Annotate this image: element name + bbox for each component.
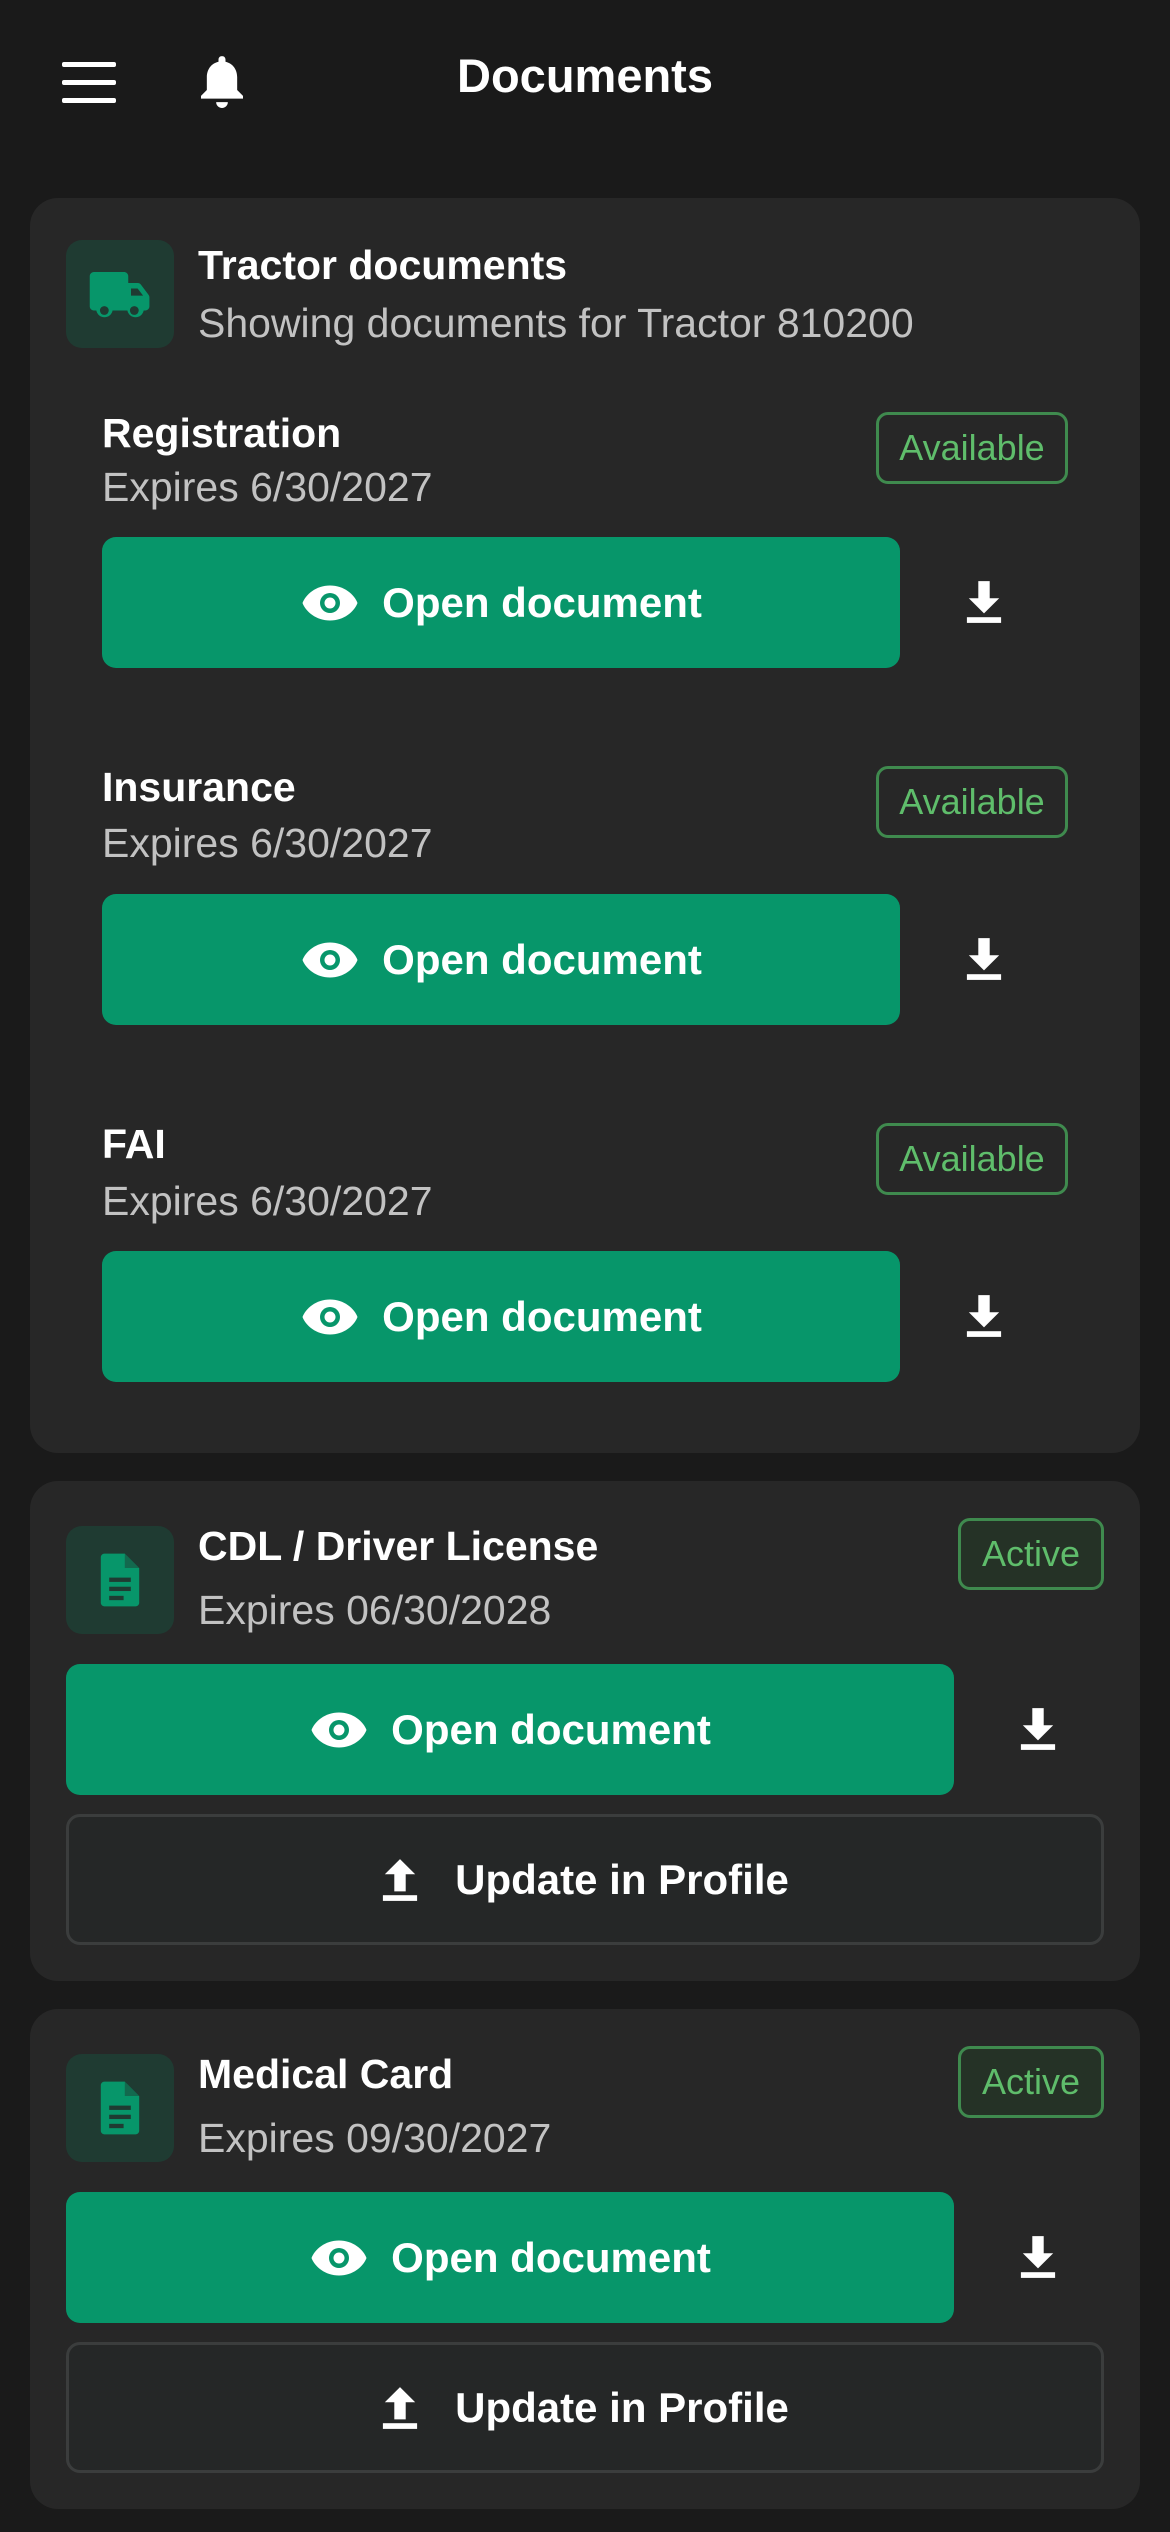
- open-document-label: Open document: [382, 578, 702, 626]
- update-in-profile-button[interactable]: Update in Profile: [66, 2342, 1104, 2473]
- document-expiry: Expires 6/30/2027: [102, 820, 433, 866]
- update-in-profile-label: Update in Profile: [455, 1855, 789, 1903]
- tractor-documents-card: Tractor documents Showing documents for …: [30, 198, 1140, 1453]
- upload-icon: [383, 1858, 418, 1901]
- top-bar: Documents: [0, 0, 1170, 165]
- open-document-button[interactable]: Open document: [102, 1251, 900, 1382]
- download-button[interactable]: [944, 919, 1024, 999]
- upload-icon: [383, 2386, 418, 2429]
- medical-card: Medical Card Expires 09/30/2027 Active O…: [30, 2009, 1140, 2509]
- card-subtitle: Showing documents for Tractor 810200: [198, 300, 914, 346]
- download-icon: [1020, 2236, 1056, 2278]
- open-document-label: Open document: [391, 2233, 711, 2281]
- status-badge: Active: [958, 2046, 1104, 2118]
- download-icon: [966, 581, 1002, 623]
- status-badge: Available: [876, 412, 1068, 484]
- download-button[interactable]: [998, 2217, 1078, 2297]
- document-expiry: Expires 6/30/2027: [102, 1178, 433, 1224]
- eye-icon: [311, 1712, 367, 1747]
- document-icon-box: [66, 2054, 174, 2162]
- document-expiry: Expires 6/30/2027: [102, 464, 433, 510]
- card-expiry: Expires 06/30/2028: [198, 1587, 552, 1633]
- status-badge: Active: [958, 1518, 1104, 1590]
- eye-icon: [311, 2240, 367, 2275]
- card-expiry: Expires 09/30/2027: [198, 2115, 552, 2161]
- open-document-button[interactable]: Open document: [66, 1664, 954, 1795]
- eye-icon: [302, 1299, 358, 1334]
- document-name: FAI: [102, 1121, 166, 1167]
- download-button[interactable]: [998, 1689, 1078, 1769]
- open-document-label: Open document: [391, 1705, 711, 1753]
- document-icon: [100, 2081, 140, 2135]
- download-button[interactable]: [944, 1276, 1024, 1356]
- download-icon: [966, 1295, 1002, 1337]
- truck-icon: [89, 272, 150, 318]
- page-title: Documents: [457, 49, 713, 102]
- open-document-button[interactable]: Open document: [102, 894, 900, 1025]
- document-icon-box: [66, 1526, 174, 1634]
- status-badge: Available: [876, 1123, 1068, 1195]
- eye-icon: [302, 942, 358, 977]
- download-icon: [966, 938, 1002, 980]
- card-title: Tractor documents: [198, 242, 568, 288]
- card-title: CDL / Driver License: [198, 1523, 599, 1569]
- open-document-label: Open document: [382, 935, 702, 983]
- update-in-profile-button[interactable]: Update in Profile: [66, 1814, 1104, 1945]
- download-icon: [1020, 1708, 1056, 1750]
- document-icon: [100, 1553, 140, 1607]
- document-name: Insurance: [102, 764, 296, 810]
- update-in-profile-label: Update in Profile: [455, 2383, 789, 2431]
- open-document-label: Open document: [382, 1292, 702, 1340]
- card-title: Medical Card: [198, 2051, 454, 2097]
- download-button[interactable]: [944, 562, 1024, 642]
- open-document-button[interactable]: Open document: [66, 2192, 954, 2323]
- document-name: Registration: [102, 410, 342, 456]
- truck-icon-box: [66, 240, 174, 348]
- eye-icon: [302, 585, 358, 620]
- open-document-button[interactable]: Open document: [102, 537, 900, 668]
- cdl-card: CDL / Driver License Expires 06/30/2028 …: [30, 1481, 1140, 1981]
- status-badge: Available: [876, 766, 1068, 838]
